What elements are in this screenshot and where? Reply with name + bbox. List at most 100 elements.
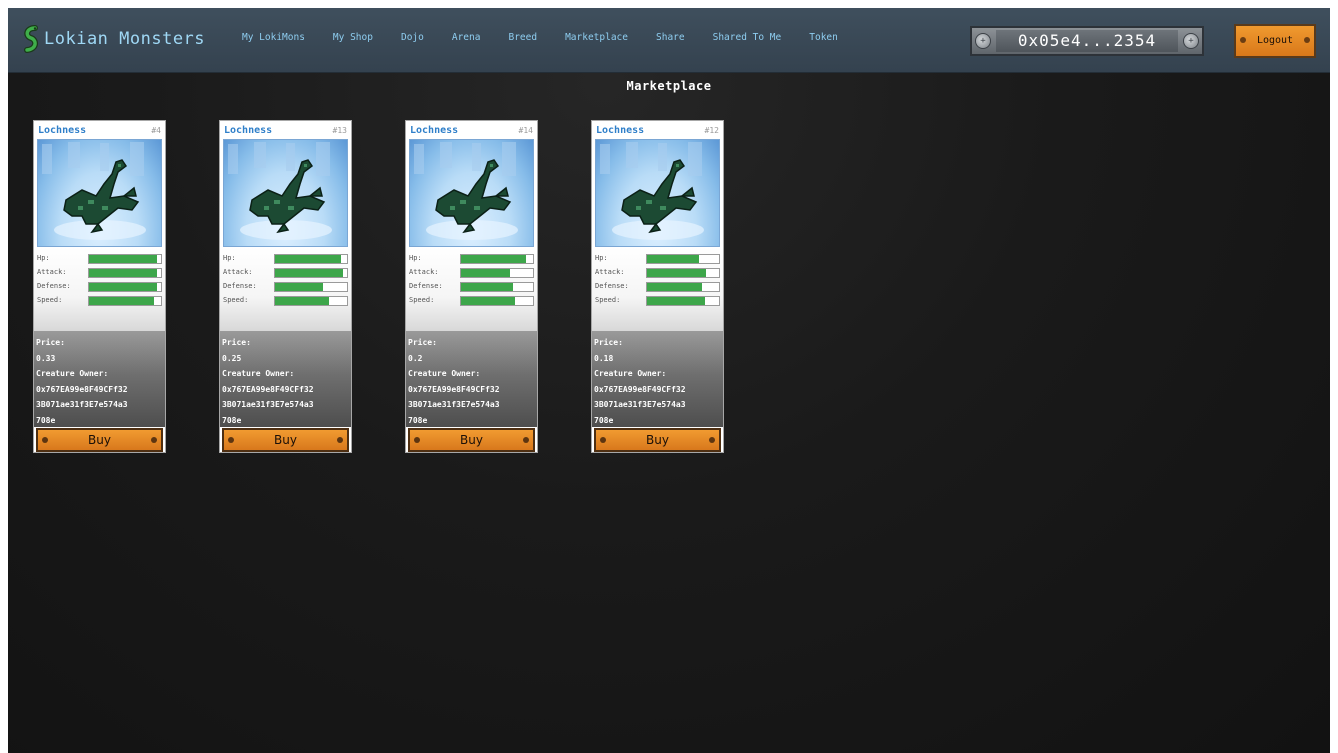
brand[interactable]: Lokian Monsters (22, 22, 205, 56)
serpent-icon (24, 25, 39, 53)
stat-bar (460, 254, 534, 264)
nav-share[interactable]: Share (656, 32, 685, 43)
page-title: Marketplace (626, 79, 712, 93)
stats-panel: Hp: Attack: Defense: Speed: (406, 247, 537, 331)
stat-label: Attack: (409, 268, 439, 276)
nav-links: My LokiMons My Shop Dojo Arena Breed Mar… (242, 32, 866, 43)
stat-bar (460, 296, 534, 306)
creature-id: #14 (518, 125, 533, 135)
stat-row-hp: Hp: (34, 253, 165, 265)
stat-label: Attack: (223, 268, 253, 276)
owner-address-line: 708e (408, 415, 428, 425)
rivet-icon (1240, 37, 1246, 43)
nav-my-shop[interactable]: My Shop (333, 32, 373, 43)
creature-card[interactable]: Lochness #14 Hp: Attack: Defense: Speed:… (405, 120, 538, 453)
stat-bar (646, 296, 720, 306)
stat-row-attack: Attack: (220, 267, 351, 279)
nav-arena[interactable]: Arena (452, 32, 481, 43)
price-value: 0.2 (408, 353, 423, 363)
creature-card[interactable]: Lochness #4 Hp: Attack: Defense: Speed: … (33, 120, 166, 453)
owner-address-line: 0x767EA99e8F49CFf32 (408, 384, 500, 394)
stat-label: Defense: (409, 282, 443, 290)
stat-label: Speed: (223, 296, 249, 304)
creature-name: Lochness (224, 124, 273, 136)
owner-address-line: 3B071ae31f3E7e574a3 (408, 400, 500, 409)
stat-bar-fill (275, 255, 341, 263)
stat-row-hp: Hp: (406, 253, 537, 265)
creature-image (37, 139, 162, 247)
stat-label: Defense: (595, 282, 629, 290)
rivet-icon (42, 437, 48, 443)
lochness-sprite-icon (600, 142, 704, 240)
owner-address-line: 708e (36, 415, 56, 425)
nav-shared-to-me[interactable]: Shared To Me (713, 32, 782, 43)
wallet-address-panel[interactable]: + 0x05e4...2354 + (970, 26, 1204, 56)
stat-bar (274, 296, 348, 306)
rivet-icon (709, 437, 715, 443)
nav-dojo[interactable]: Dojo (401, 32, 424, 43)
creature-id: #4 (151, 125, 161, 135)
buy-label: Buy (88, 433, 111, 447)
owner-address-line: 0x767EA99e8F49CFf32 (594, 384, 686, 394)
stat-row-speed: Speed: (34, 295, 165, 307)
stat-row-attack: Attack: (34, 267, 165, 279)
buy-button[interactable]: Buy (222, 428, 349, 452)
owner-address-line: 708e (594, 415, 614, 425)
nav-my-lokimons[interactable]: My LokiMons (242, 32, 305, 43)
stat-label: Speed: (409, 296, 435, 304)
stat-bar (88, 254, 162, 264)
nav-token[interactable]: Token (809, 32, 838, 43)
logout-label: Logout (1256, 35, 1294, 46)
stat-label: Hp: (37, 254, 50, 262)
creature-card[interactable]: Lochness #12 Hp: Attack: Defense: Speed:… (591, 120, 724, 453)
stat-bar (646, 282, 720, 292)
stat-bar (646, 254, 720, 264)
lochness-sprite-icon (414, 142, 518, 240)
owner-address-line: 708e (222, 415, 242, 425)
stat-bar-fill (275, 297, 329, 305)
stat-bar-fill (461, 297, 515, 305)
creature-name: Lochness (596, 124, 645, 136)
listing-info: Price: 0.2 Creature Owner: 0x767EA99e8F4… (406, 331, 537, 427)
listing-info: Price: 0.33 Creature Owner: 0x767EA99e8F… (34, 331, 165, 427)
stat-bar (646, 268, 720, 278)
stats-panel: Hp: Attack: Defense: Speed: (220, 247, 351, 331)
bolt-left-icon: + (975, 33, 991, 49)
card-header: Lochness #14 (406, 121, 537, 139)
stat-row-defense: Defense: (220, 281, 351, 293)
stats-panel: Hp: Attack: Defense: Speed: (34, 247, 165, 331)
stat-row-speed: Speed: (592, 295, 723, 307)
stat-label: Attack: (37, 268, 67, 276)
buy-button[interactable]: Buy (594, 428, 721, 452)
nav-breed[interactable]: Breed (508, 32, 537, 43)
rivet-icon (600, 437, 606, 443)
rivet-icon (523, 437, 529, 443)
creature-image (595, 139, 720, 247)
creature-card[interactable]: Lochness #13 Hp: Attack: Defense: Speed:… (219, 120, 352, 453)
owner-label: Creature Owner: (36, 369, 109, 378)
price-label: Price: (222, 338, 251, 347)
rivet-icon (228, 437, 234, 443)
stat-bar (274, 254, 348, 264)
stat-bar-fill (275, 283, 323, 291)
stat-bar-fill (461, 269, 510, 277)
stat-label: Hp: (595, 254, 608, 262)
stat-row-attack: Attack: (592, 267, 723, 279)
rivet-icon (1304, 37, 1310, 43)
owner-address-line: 0x767EA99e8F49CFf32 (36, 384, 128, 394)
logout-button[interactable]: Logout (1234, 24, 1316, 58)
bolt-right-icon: + (1183, 33, 1199, 49)
stat-bar-fill (89, 283, 157, 291)
lochness-sprite-icon (42, 142, 146, 240)
owner-address-line: 3B071ae31f3E7e574a3 (594, 400, 686, 409)
stat-bar-fill (461, 283, 513, 291)
listing-info: Price: 0.25 Creature Owner: 0x767EA99e8F… (220, 331, 351, 427)
rivet-icon (337, 437, 343, 443)
buy-button[interactable]: Buy (408, 428, 535, 452)
price-value: 0.25 (222, 353, 242, 363)
stat-bar-fill (89, 255, 157, 263)
stat-row-defense: Defense: (406, 281, 537, 293)
card-header: Lochness #13 (220, 121, 351, 139)
nav-marketplace[interactable]: Marketplace (565, 32, 628, 43)
buy-button[interactable]: Buy (36, 428, 163, 452)
